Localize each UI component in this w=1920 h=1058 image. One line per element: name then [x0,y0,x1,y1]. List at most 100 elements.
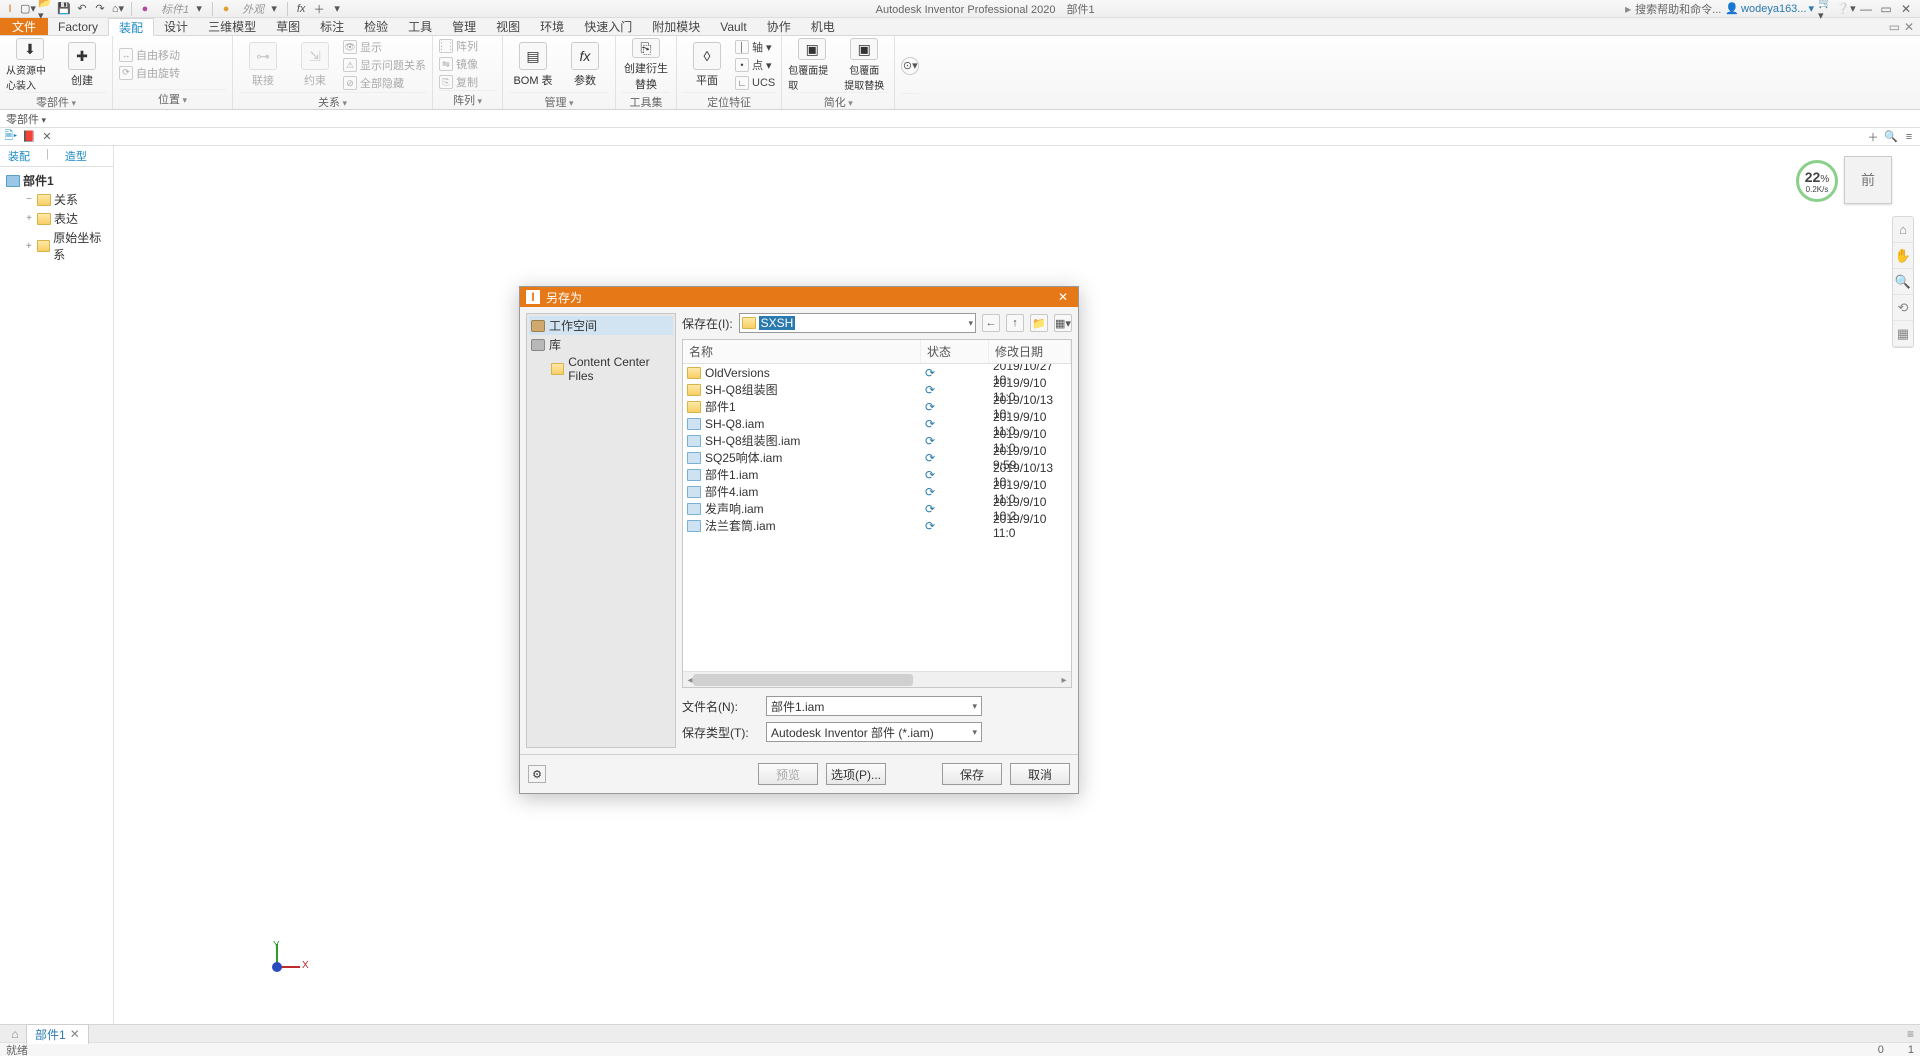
browser-menu-icon[interactable]: ≡ [1902,130,1916,144]
window-restore[interactable]: ▭ [1878,2,1894,16]
options-button[interactable]: 选项(P)... [826,763,886,785]
create-button[interactable]: ✚创建 [58,38,106,92]
tab-12[interactable]: 附加模块 [642,18,710,35]
file-name-input[interactable]: 部件1.iam▾ [766,696,982,716]
axis-button[interactable]: │轴 ▾ [735,39,775,55]
expander-icon[interactable]: − [24,194,34,205]
browser-search-icon[interactable]: 🔍 [1884,130,1898,144]
window-minimize[interactable]: — [1858,2,1874,16]
fx-icon[interactable]: fx [293,1,309,17]
plus-icon[interactable]: ＋ [311,1,327,17]
expander-icon[interactable]: + [24,213,34,224]
tab-9[interactable]: 视图 [486,18,530,35]
tab-7[interactable]: 工具 [398,18,442,35]
material-drop-icon[interactable]: ▾ [191,1,207,17]
tree-root[interactable]: 部件1 [2,171,111,190]
expander-icon[interactable]: + [24,241,34,252]
help-search[interactable]: 搜索帮助和命令... [1635,1,1721,17]
col-status[interactable]: 状态 [921,340,989,363]
redo-icon[interactable]: ↷ [92,1,108,17]
list-item[interactable]: 法兰套筒.iam ⟳ 2019/9/10 11:0 [683,517,1071,534]
tab-3[interactable]: 三维模型 [198,18,266,35]
tab-8[interactable]: 管理 [442,18,486,35]
point-button[interactable]: •点 ▾ [735,57,775,73]
cancel-button[interactable]: 取消 [1010,763,1070,785]
view-mode-icon[interactable]: ▦▾ [1054,314,1072,332]
browser-tab-model[interactable]: 造型 [57,146,95,166]
shrinkwrap-button[interactable]: ▣包覆面提取 [788,38,836,92]
panel-manage-title[interactable]: 管理 [544,97,573,109]
appearance-drop-icon[interactable]: ▾ [266,1,282,17]
horizontal-scrollbar[interactable]: ◂▸ [683,671,1071,687]
place-ccf[interactable]: Content Center Files [529,354,673,384]
ucs-button[interactable]: ∟UCS [735,75,775,91]
home-icon[interactable]: ⌂▾ [110,1,126,17]
col-name[interactable]: 名称 [683,340,921,363]
doc-tabs-menu-icon[interactable]: ≡ [1907,1027,1920,1041]
doc-tab-close-icon[interactable]: ✕ [70,1027,80,1041]
help-icon[interactable]: ❔▾ [1838,1,1854,17]
browser-mode-icon[interactable]: 🗎▸ [4,130,18,144]
tab-15[interactable]: 机电 [801,18,845,35]
cart-icon[interactable]: 🛒▾ [1818,1,1834,17]
tab-6[interactable]: 检验 [354,18,398,35]
tab-10[interactable]: 环境 [530,18,574,35]
panel-relations-title[interactable]: 关系 [318,97,347,109]
graphics-canvas[interactable]: 前 22% 0.2K/s ⌂ ✋ 🔍 ⟲ ▦ Y X I 另存为 ✕ [114,146,1920,1024]
viewcube[interactable]: 前 [1844,156,1892,204]
save-button[interactable]: 保存 [942,763,1002,785]
place-library[interactable]: 库 [529,335,673,354]
browser-tab-asm[interactable]: 装配 [0,146,38,166]
new-icon[interactable]: ▢▾ [20,1,36,17]
tab-11[interactable]: 快速入门 [574,18,642,35]
nav-orbit-icon[interactable]: ⟲ [1893,295,1913,321]
params-button[interactable]: fx参数 [561,38,609,92]
tab-file[interactable]: 文件 [0,18,48,35]
tab-0[interactable]: Factory [48,18,108,35]
panel-components-title[interactable]: 零部件 [36,97,76,109]
tab-5[interactable]: 标注 [310,18,354,35]
user-account[interactable]: 👤 wodeya163... ▾ [1725,2,1814,15]
tree-node-origin[interactable]: +原始坐标系 [20,228,111,264]
save-icon[interactable]: 💾 [56,1,72,17]
list-header[interactable]: 名称 状态 修改日期 [683,340,1071,364]
app-icon[interactable]: I [2,1,18,17]
browser-book-icon[interactable]: 📕 [22,130,36,144]
shrinkwrap-subst-button[interactable]: ▣包覆面 提取替换 [840,38,888,92]
doc-tab-active[interactable]: 部件1 ✕ [26,1024,89,1044]
doc-home-icon[interactable]: ⌂ [4,1026,26,1042]
place-workspace[interactable]: 工作空间 [529,316,673,335]
tab-2[interactable]: 设计 [154,18,198,35]
quick-panel-title[interactable]: 零部件 [6,111,46,127]
tab-14[interactable]: 协作 [757,18,801,35]
load-from-cc-button[interactable]: ⬇从资源中心装入 [6,38,54,92]
back-icon[interactable]: ← [982,314,1000,332]
config-icon[interactable]: ⚙ [528,765,546,783]
window-close[interactable]: ✕ [1898,2,1914,16]
qat-appearance-search[interactable]: 外观 [242,1,264,17]
undo-icon[interactable]: ↶ [74,1,90,17]
tab-1[interactable]: 装配 [108,18,154,36]
save-in-dropdown[interactable]: SXSH ▾ [739,313,976,333]
material-icon[interactable]: ● [137,1,153,17]
nav-look-icon[interactable]: ▦ [1893,321,1913,347]
panel-simplify-title[interactable]: 简化 [824,97,853,109]
qat-material-search[interactable]: 标件1 [161,1,189,17]
save-type-dropdown[interactable]: Autodesk Inventor 部件 (*.iam)▾ [766,722,982,742]
tree-node-relations[interactable]: −关系 [20,190,111,209]
bom-button[interactable]: ▤BOM 表 [509,38,557,92]
dialog-titlebar[interactable]: I 另存为 ✕ [520,287,1078,307]
mdi-close-icon[interactable]: ✕ [1904,20,1914,34]
ribbon-settings-icon[interactable]: ⊙▾ [901,57,919,75]
nav-pan-icon[interactable]: ✋ [1893,243,1913,269]
plane-button[interactable]: ◊平面 [683,38,731,92]
browser-add-icon[interactable]: ＋ [1866,130,1880,144]
panel-position-title[interactable]: 位置 [158,94,187,106]
nav-home-icon[interactable]: ⌂ [1893,217,1913,243]
col-date[interactable]: 修改日期 [989,340,1071,363]
panel-pattern-title[interactable]: 阵列 [453,95,482,107]
up-icon[interactable]: ↑ [1006,314,1024,332]
tab-4[interactable]: 草图 [266,18,310,35]
appearance-icon[interactable]: ● [218,1,234,17]
new-folder-icon[interactable]: 📁 [1030,314,1048,332]
